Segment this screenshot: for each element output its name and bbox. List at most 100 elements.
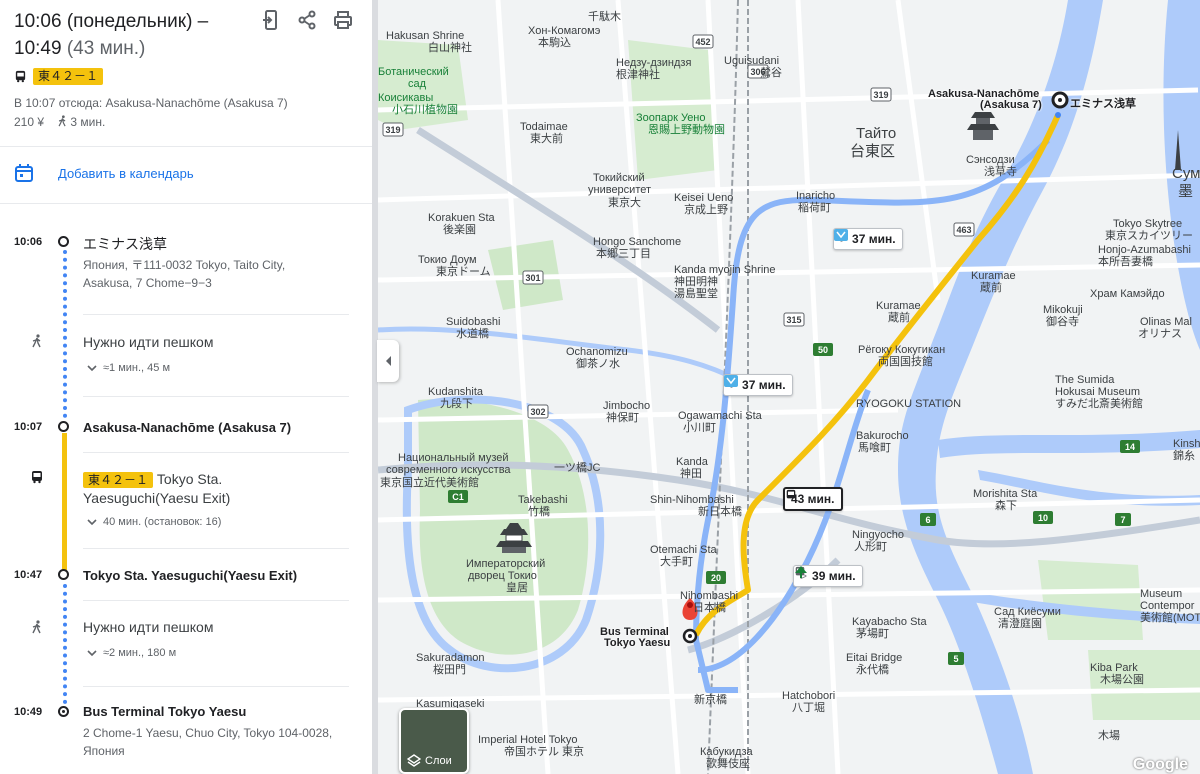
map-label: 東大前 (530, 133, 563, 145)
step-time: 10:49 (14, 706, 43, 718)
map-label: 本郷三丁目 (596, 248, 651, 260)
map-label: 根津神社 (616, 69, 660, 81)
map-label: 白山神社 (428, 42, 472, 54)
map-label: 小石川植物園 (392, 104, 458, 116)
svg-text:302: 302 (530, 407, 545, 417)
kiyosumi-garden-area (1038, 560, 1143, 640)
map-label: 神保町 (606, 412, 639, 424)
origin-label: エミナス浅草 (1070, 98, 1136, 110)
destination-address: 2 Chome-1 Yaesu, Chuo City, Tokyo 104-00… (83, 726, 333, 758)
route-details: В 10:07 отсюда: Asakusa-Nanachōme (Asaku… (14, 94, 288, 132)
add-to-calendar-button[interactable]: Добавить в календарь (14, 163, 194, 183)
map-label: Mikokuji (1043, 304, 1083, 316)
map-label: 竹橋 (528, 506, 550, 518)
stop-marker (58, 421, 69, 432)
map-label: Кабукидза (700, 746, 753, 758)
share-button[interactable] (296, 9, 318, 31)
destination-name: Bus Terminal Tokyo Yaesu (83, 704, 247, 719)
send-to-phone-button[interactable] (260, 9, 282, 31)
map-label: Ogawamachi Sta (678, 410, 762, 422)
layers-button[interactable]: Слои (399, 708, 469, 774)
map-label: Hakusan Shrine (386, 30, 465, 42)
origin-stop-label: (Asakusa 7) (980, 99, 1042, 111)
svg-text:5: 5 (953, 654, 958, 664)
map-label: Eitai Bridge (846, 652, 903, 664)
map-label: современного искусства (386, 464, 511, 476)
origin-name: エミナス浅草 (83, 236, 167, 252)
map-label: The Sumida (1055, 374, 1115, 386)
map-label: Kudanshita (428, 386, 484, 398)
walk-icon (32, 620, 41, 634)
divider (83, 314, 349, 315)
map-label: 鶯谷 (760, 67, 782, 79)
map-label: 恩賜上野動物園 (648, 124, 725, 136)
svg-text:319: 319 (873, 90, 888, 100)
walk-step-details[interactable]: ≈2 мин., 180 м (87, 647, 176, 659)
svg-text:319: 319 (385, 125, 400, 135)
map-label: Коисикавы (378, 92, 434, 104)
map-label: 馬喰町 (858, 442, 891, 454)
divider (0, 203, 372, 204)
route-callout-39min[interactable]: > 39 мин. (793, 565, 863, 587)
svg-text:463: 463 (956, 225, 971, 235)
map-label: Hokusai Museum (1055, 386, 1140, 398)
map-label: Museum (1140, 588, 1183, 600)
departure-info: В 10:07 отсюда: Asakusa-Nanachōme (Asaku… (14, 96, 288, 110)
print-button[interactable] (332, 9, 354, 31)
map-label: 稲荷町 (798, 202, 831, 214)
map-canvas[interactable]: 452 319 306 463 301 315 302 319 50 6 10 … (378, 0, 1200, 774)
bus-leg-details[interactable]: 40 мин. (остановок: 16) (87, 516, 221, 528)
map-label: 両国国技館 (878, 356, 933, 368)
svg-text:301: 301 (525, 273, 540, 283)
map-label: 東京国立近代美術館 (380, 477, 479, 489)
map-label: Takebashi (518, 494, 568, 506)
step-time: 10:47 (14, 569, 43, 581)
map-label: Kayabacho Sta (852, 616, 927, 628)
map-label: Kuramae (971, 270, 1016, 282)
map-label: Национальный музей (398, 452, 509, 464)
send-to-phone-icon (263, 10, 277, 30)
temple-icon (967, 112, 999, 140)
map-label: 神田 (680, 468, 702, 480)
alighting-stop-name: Tokyo Sta. Yaesuguchi(Yaesu Exit) (83, 568, 298, 583)
route-callout-selected[interactable]: 43 мин. (783, 487, 843, 511)
trip-duration: (43 мин.) (66, 38, 146, 59)
map-label: 御谷寺 (1046, 316, 1079, 328)
print-icon (334, 11, 352, 29)
svg-text:C1: C1 (452, 492, 464, 502)
map-label: 東京スカイツリー (1105, 230, 1193, 242)
district-label: Тайто (856, 125, 897, 142)
map-label: Olinas Mal (1140, 316, 1192, 328)
map-label: Хон-Комагомэ (528, 25, 601, 37)
destination-label: Tokyo Yaesu (604, 637, 671, 649)
collapse-panel-button[interactable] (377, 340, 399, 382)
map-label: Korakuen Sta (428, 212, 495, 224)
map-label: 永代橋 (856, 664, 889, 676)
map-label: Sakuradamon (416, 652, 485, 664)
map-label: Todaimae (520, 121, 568, 133)
map-label: Shin-Nihombashi (650, 494, 734, 506)
map-label: 本所吾妻橋 (1098, 256, 1153, 268)
map-label: 本駒込 (538, 37, 571, 49)
divider (83, 396, 349, 397)
map-label: 小川町 (683, 422, 716, 434)
bus-icon (32, 471, 42, 484)
trip-title: 10:06 (понедельник) – 10:49 (43 мин.) (14, 11, 209, 59)
map-label: 湯島聖堂 (674, 288, 718, 300)
map-label: Ningyocho (852, 529, 904, 541)
stop-marker (58, 236, 69, 247)
map-label: 清澄庭園 (998, 618, 1042, 630)
svg-text:14: 14 (1125, 442, 1135, 452)
map-label: Ochanomizu (566, 346, 628, 358)
route-callout-37min-b[interactable]: > 37 мин. (723, 374, 793, 396)
fare: 210 ¥ (14, 115, 45, 129)
tree-icon (795, 566, 807, 578)
route-callout-37min-a[interactable]: > 37 мин. (833, 228, 903, 250)
map-label: 東京ドーム (436, 266, 491, 278)
chevron-down-icon (87, 649, 97, 656)
map-label: 一ツ橋JC (554, 462, 601, 474)
walk-icon (32, 334, 41, 348)
origin-marker (1051, 91, 1069, 109)
walk-step-details[interactable]: ≈1 мин., 45 м (87, 362, 170, 374)
map-label: Bakurocho (856, 430, 909, 442)
